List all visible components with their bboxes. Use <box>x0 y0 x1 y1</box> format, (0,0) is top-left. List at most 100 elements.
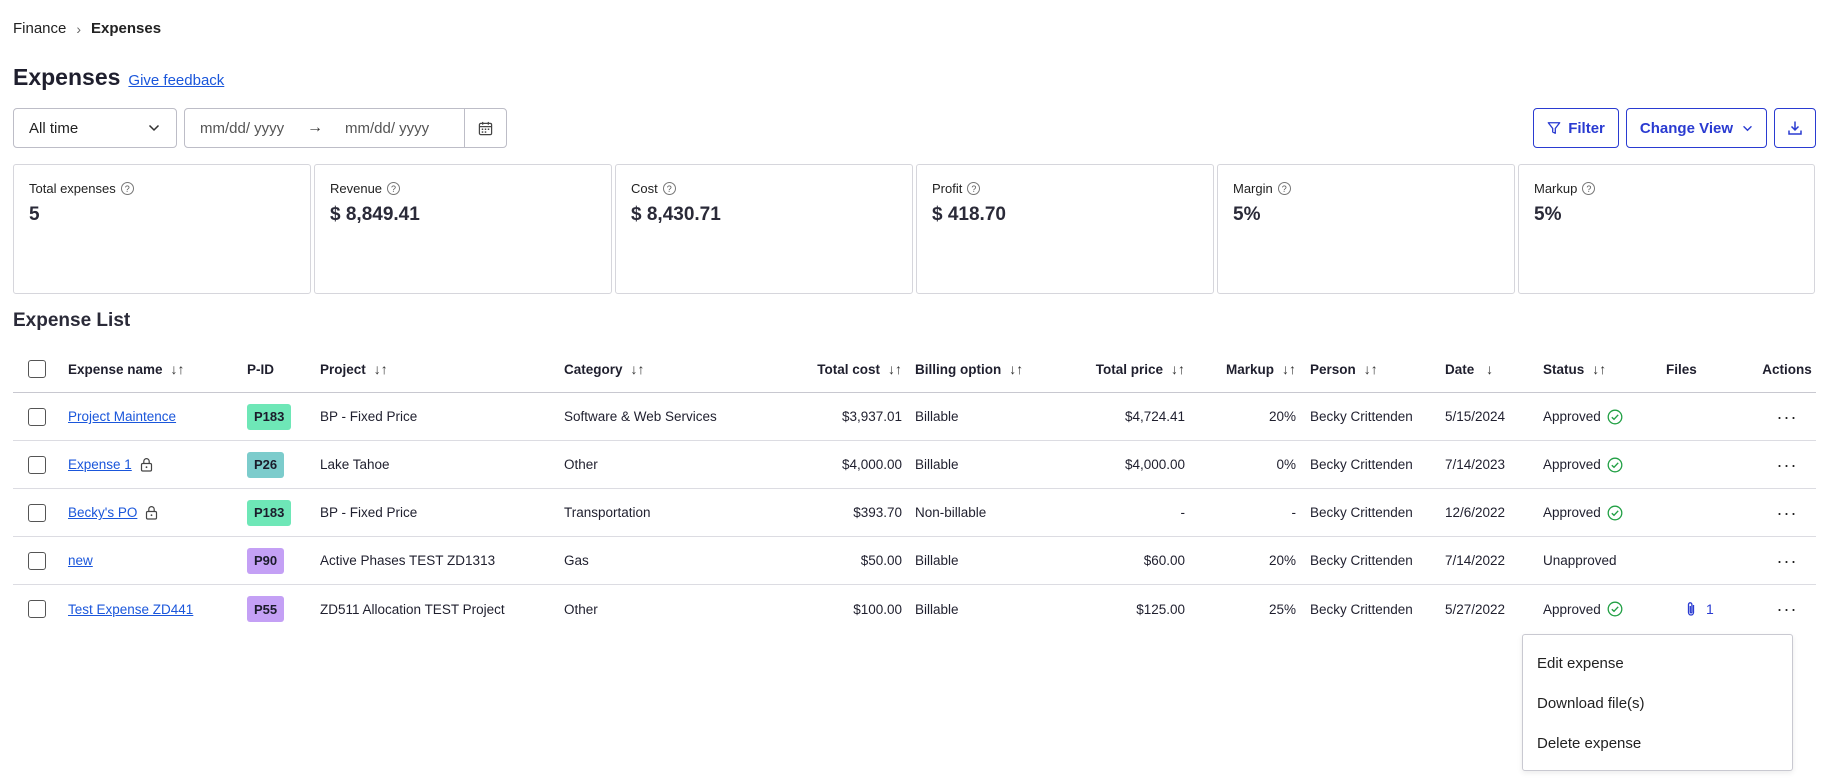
file-count: 1 <box>1706 601 1714 617</box>
table-row: new P90 Active Phases TEST ZD1313 Gas $5… <box>13 537 1816 585</box>
breadcrumb-expenses: Expenses <box>91 20 162 37</box>
column-header-markup[interactable]: Markup ↓↑ <box>1185 361 1296 377</box>
end-date-input[interactable]: mm/dd/ yyyy <box>331 120 449 137</box>
stat-markup: Markup? 5% <box>1518 164 1815 294</box>
column-header-files: Files <box>1666 361 1697 377</box>
change-view-button[interactable]: Change View <box>1625 108 1767 148</box>
calendar-button[interactable] <box>464 109 506 147</box>
sort-arrows-icon: ↓↑ <box>373 361 388 377</box>
project-cell: ZD511 Allocation TEST Project <box>320 601 505 617</box>
sort-arrows-icon: ↓↑ <box>630 361 645 377</box>
date-range-picker: mm/dd/ yyyy → mm/dd/ yyyy <box>184 108 507 148</box>
expense-name-link[interactable]: new <box>68 553 93 568</box>
row-checkbox[interactable] <box>28 455 46 474</box>
period-select[interactable]: All time <box>13 108 177 148</box>
chevron-down-icon <box>1743 125 1752 131</box>
total-cost-cell: $100.00 <box>853 601 902 617</box>
expense-table: Expense name ↓↑ P-ID Project ↓↑ Category ↓↑… <box>13 346 1816 633</box>
row-actions-menu-icon[interactable]: ··· <box>1777 600 1798 618</box>
check-circle-icon <box>1607 457 1623 472</box>
column-header-status[interactable]: Status ↓↑ <box>1543 361 1666 377</box>
column-header-expense-name[interactable]: Expense name ↓↑ <box>68 361 247 377</box>
column-header-category[interactable]: Category ↓↑ <box>564 361 764 377</box>
date-cell: 5/27/2022 <box>1445 601 1506 617</box>
help-circle-icon[interactable]: ? <box>1277 182 1291 195</box>
arrow-right-icon: → <box>307 119 323 136</box>
check-circle-icon <box>1607 601 1623 617</box>
row-checkbox[interactable] <box>28 407 46 426</box>
sort-arrows-icon: ↓↑ <box>1363 361 1378 377</box>
person-cell: Becky Crittenden <box>1310 601 1413 617</box>
person-cell: Becky Crittenden <box>1310 409 1413 424</box>
help-circle-icon[interactable]: ? <box>662 182 676 195</box>
row-actions-menu-icon[interactable]: ··· <box>1777 504 1798 522</box>
funnel-icon <box>1547 122 1561 134</box>
stat-cost: Cost? $ 8,430.71 <box>615 164 913 294</box>
category-cell: Gas <box>564 553 589 568</box>
row-checkbox[interactable] <box>28 600 46 618</box>
sort-arrows-icon: ↓↑ <box>1282 361 1296 377</box>
view-toolbar: Filter Change View <box>1526 108 1816 148</box>
calendar-icon <box>478 121 493 135</box>
status-cell: Approved <box>1543 601 1666 617</box>
pid-badge: P55 <box>247 596 285 622</box>
breadcrumb-finance[interactable]: Finance <box>13 20 66 37</box>
pid-badge: P90 <box>247 547 285 574</box>
pid-badge: P26 <box>247 451 285 478</box>
row-checkbox[interactable] <box>28 503 46 522</box>
check-circle-icon <box>1607 409 1623 424</box>
expense-list-title: Expense List <box>13 310 131 331</box>
column-header-person[interactable]: Person ↓↑ <box>1296 361 1445 377</box>
help-circle-icon[interactable]: ? <box>967 182 981 195</box>
markup-cell: 0% <box>1276 457 1296 472</box>
total-cost-cell: $4,000.00 <box>841 457 902 472</box>
column-header-total-price[interactable]: Total price ↓↑ <box>1042 361 1185 377</box>
menu-item-delete-expense[interactable]: Delete expense <box>1523 723 1792 763</box>
stat-value: $ 8,430.71 <box>631 204 721 225</box>
expense-name-link[interactable]: Project Maintence <box>68 409 176 424</box>
give-feedback-link[interactable]: Give feedback <box>128 72 224 89</box>
column-header-date[interactable]: Date ↓ <box>1445 361 1543 377</box>
stat-value: 5 <box>29 204 40 225</box>
column-header-project[interactable]: Project ↓↑ <box>320 361 564 377</box>
row-actions-menu-icon[interactable]: ··· <box>1777 456 1798 474</box>
table-row: Expense 1 P26 Lake Tahoe Other $4,000.00… <box>13 441 1816 489</box>
total-price-cell: - <box>1180 505 1186 520</box>
billing-cell: Billable <box>915 457 959 472</box>
sort-arrows-icon: ↓↑ <box>1592 361 1607 377</box>
row-actions-menu-icon[interactable]: ··· <box>1777 408 1798 426</box>
start-date-input[interactable]: mm/dd/ yyyy <box>185 120 299 137</box>
row-checkbox[interactable] <box>28 551 46 570</box>
select-all-checkbox[interactable] <box>28 360 46 378</box>
expense-name-link[interactable]: Test Expense ZD441 <box>68 602 193 617</box>
date-cell: 12/6/2022 <box>1445 505 1506 520</box>
pid-badge: P183 <box>247 403 292 430</box>
stat-value: 5% <box>1233 204 1261 225</box>
column-header-pid: P-ID <box>247 361 274 377</box>
menu-item-edit-expense[interactable]: Edit expense <box>1523 643 1792 683</box>
date-cell: 7/14/2022 <box>1445 553 1506 568</box>
lock-icon <box>140 458 152 472</box>
paperclip-icon <box>1687 602 1695 616</box>
row-actions-menu-icon[interactable]: ··· <box>1777 552 1798 570</box>
menu-item-download-files[interactable]: Download file(s) <box>1523 683 1792 723</box>
filter-button[interactable]: Filter <box>1533 108 1619 148</box>
total-price-cell: $4,724.41 <box>1124 409 1185 424</box>
expense-name-link[interactable]: Expense 1 <box>68 457 132 472</box>
date-cell: 5/15/2024 <box>1445 409 1506 424</box>
attachment-link[interactable]: 1 <box>1666 601 1714 617</box>
project-cell: BP - Fixed Price <box>320 505 418 520</box>
column-header-billing-option[interactable]: Billing option ↓↑ <box>902 361 1042 377</box>
files-cell: 1 <box>1666 601 1758 617</box>
download-button[interactable] <box>1774 108 1816 148</box>
person-cell: Becky Crittenden <box>1310 457 1413 472</box>
sort-arrows-icon: ↓↑ <box>1009 361 1024 377</box>
column-header-total-cost[interactable]: Total cost ↓↑ <box>764 361 902 377</box>
stat-margin: Margin? 5% <box>1217 164 1515 294</box>
help-circle-icon[interactable]: ? <box>1582 182 1596 195</box>
expense-name-link[interactable]: Becky's PO <box>68 505 137 520</box>
help-circle-icon[interactable]: ? <box>387 182 401 195</box>
help-circle-icon[interactable]: ? <box>120 182 134 195</box>
table-row: Becky's PO P183 BP - Fixed Price Transpo… <box>13 489 1816 537</box>
project-cell: Lake Tahoe <box>320 457 390 472</box>
